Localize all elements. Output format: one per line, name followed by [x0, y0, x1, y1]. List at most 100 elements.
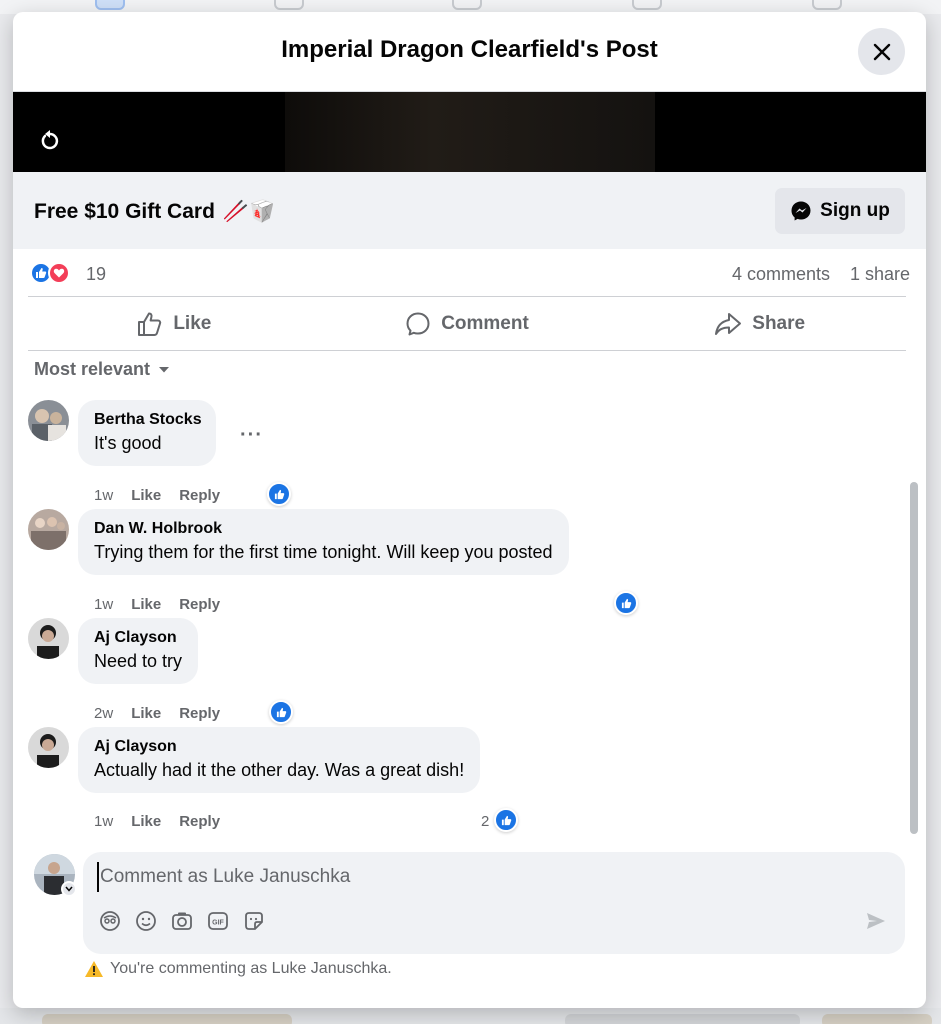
- share-button-label: Share: [752, 312, 806, 334]
- reactions-summary: 19 4 comments 1 share: [30, 260, 910, 290]
- post-action-bar: Like Comment Share: [28, 296, 906, 351]
- comment-timestamp[interactable]: 1w: [94, 596, 113, 613]
- comment-timestamp[interactable]: 1w: [94, 487, 113, 504]
- sticker-button[interactable]: [243, 910, 265, 932]
- sign-up-label: Sign up: [820, 200, 890, 221]
- love-reaction-icon: [48, 262, 70, 284]
- avatar-sticker-button[interactable]: [99, 910, 121, 932]
- more-options-button[interactable]: ···: [240, 424, 263, 447]
- caret-down-icon: [159, 366, 170, 372]
- background-groups-icon: [632, 0, 662, 10]
- comment-sort-dropdown[interactable]: Most relevant: [34, 359, 170, 380]
- commenter-avatar[interactable]: [28, 727, 69, 768]
- comment-actions: 2w Like Reply: [94, 705, 220, 722]
- reaction-count[interactable]: 19: [86, 264, 106, 285]
- comment-like-button[interactable]: Like: [131, 596, 161, 613]
- post-dialog: Imperial Dragon Clearfield's Post Free $…: [13, 12, 926, 1008]
- comment-reply-button[interactable]: Reply: [179, 705, 220, 722]
- comment-text: It's good: [94, 433, 162, 453]
- comment-input-box: GIF: [83, 852, 905, 954]
- svg-text:GIF: GIF: [212, 920, 224, 927]
- warning-icon: [85, 961, 103, 977]
- comment-reply-button[interactable]: Reply: [179, 813, 220, 830]
- replay-icon: [41, 130, 59, 150]
- commenting-as-notice: You're commenting as Luke Januschka.: [84, 960, 392, 978]
- commenter-name[interactable]: Aj Clayson: [94, 737, 464, 757]
- background-card: [565, 1014, 800, 1024]
- comments-count-link[interactable]: 4 comments: [732, 264, 830, 285]
- background-page-bottom: [0, 1008, 941, 1024]
- video-player[interactable]: [13, 92, 926, 172]
- background-gaming-icon: [812, 0, 842, 10]
- comment-like-badge-icon[interactable]: [267, 482, 291, 506]
- commenter-avatar[interactable]: [28, 400, 69, 441]
- emoji-button[interactable]: [135, 910, 157, 932]
- comment-button-label: Comment: [441, 312, 529, 334]
- comment-actions: 1w Like Reply: [94, 813, 220, 830]
- background-marketplace-icon: [452, 0, 482, 10]
- comment-actions: 1w Like Reply: [94, 487, 220, 504]
- comment-like-badge-icon[interactable]: [494, 808, 518, 832]
- reaction-icons[interactable]: [30, 262, 70, 284]
- cta-text: Free $10 Gift Card 🥢🥡: [34, 200, 275, 224]
- comment-bubble: Bertha Stocks It's good: [78, 400, 216, 466]
- composer-tools: GIF: [99, 910, 265, 932]
- dialog-header: Imperial Dragon Clearfield's Post: [13, 12, 926, 92]
- sort-label: Most relevant: [34, 359, 151, 379]
- replay-button[interactable]: [39, 130, 61, 157]
- commenting-as-text: You're commenting as Luke Januschka.: [110, 960, 392, 977]
- comment-like-badge-icon[interactable]: [614, 591, 638, 615]
- commenter-name[interactable]: Bertha Stocks: [94, 410, 202, 430]
- comment-like-button[interactable]: Like: [131, 487, 161, 504]
- commenter-avatar[interactable]: [28, 618, 69, 659]
- comment-text: Need to try: [94, 651, 183, 671]
- profile-switch-chevron-icon[interactable]: [61, 881, 77, 897]
- share-button[interactable]: Share: [613, 297, 906, 350]
- comment-reaction-count[interactable]: 2: [481, 813, 489, 830]
- commenter-name[interactable]: Aj Clayson: [94, 628, 182, 648]
- comment-input[interactable]: [97, 862, 877, 892]
- shares-count-link[interactable]: 1 share: [850, 264, 910, 285]
- send-button[interactable]: [865, 910, 887, 937]
- background-home-icon: [95, 0, 125, 10]
- comment-reply-button[interactable]: Reply: [179, 596, 220, 613]
- comment-item: Aj Clayson Need to try 2w Like Reply: [28, 618, 728, 724]
- commenter-name[interactable]: Dan W. Holbrook: [94, 519, 553, 539]
- comment-bubble: Dan W. Holbrook Trying them for the firs…: [78, 509, 569, 575]
- comment-text: Trying them for the first time tonight. …: [94, 542, 553, 562]
- comment-item: Dan W. Holbrook Trying them for the firs…: [28, 509, 728, 615]
- sign-up-button[interactable]: Sign up: [775, 188, 905, 234]
- comment-like-button[interactable]: Like: [131, 813, 161, 830]
- camera-icon: [172, 912, 192, 930]
- like-button-label: Like: [173, 312, 212, 334]
- gif-button[interactable]: GIF: [207, 910, 229, 932]
- comment-bubble: Aj Clayson Actually had it the other day…: [78, 727, 481, 793]
- commenter-avatar[interactable]: [28, 509, 69, 550]
- comment-bubble: Aj Clayson Need to try: [78, 618, 199, 684]
- close-icon: [873, 43, 890, 60]
- thumbs-up-icon: [138, 312, 162, 336]
- sticker-icon: [245, 912, 263, 930]
- dialog-title: Imperial Dragon Clearfield's Post: [281, 36, 658, 63]
- comment-timestamp[interactable]: 1w: [94, 813, 113, 830]
- send-icon: [867, 913, 885, 929]
- background-card: [42, 1014, 292, 1024]
- photo-button[interactable]: [171, 910, 193, 932]
- comment-timestamp[interactable]: 2w: [94, 705, 113, 722]
- comment-reply-button[interactable]: Reply: [179, 487, 220, 504]
- close-button[interactable]: [858, 28, 905, 75]
- comment-actions: 1w Like Reply: [94, 596, 220, 613]
- share-icon: [715, 312, 742, 335]
- comment-like-button[interactable]: Like: [131, 705, 161, 722]
- video-frame: [285, 92, 655, 172]
- comments-scrollbar[interactable]: [910, 482, 918, 834]
- comment-button[interactable]: Comment: [321, 297, 614, 350]
- emoji-icon: [136, 911, 156, 931]
- comment-text: Actually had it the other day. Was a gre…: [94, 760, 465, 780]
- background-card: [822, 1014, 932, 1024]
- comment-like-badge-icon[interactable]: [269, 700, 293, 724]
- like-button[interactable]: Like: [28, 297, 321, 350]
- gif-icon: GIF: [208, 912, 228, 930]
- comment-item: Bertha Stocks It's good ··· 1w Like Repl…: [28, 400, 728, 506]
- background-video-icon: [274, 0, 304, 10]
